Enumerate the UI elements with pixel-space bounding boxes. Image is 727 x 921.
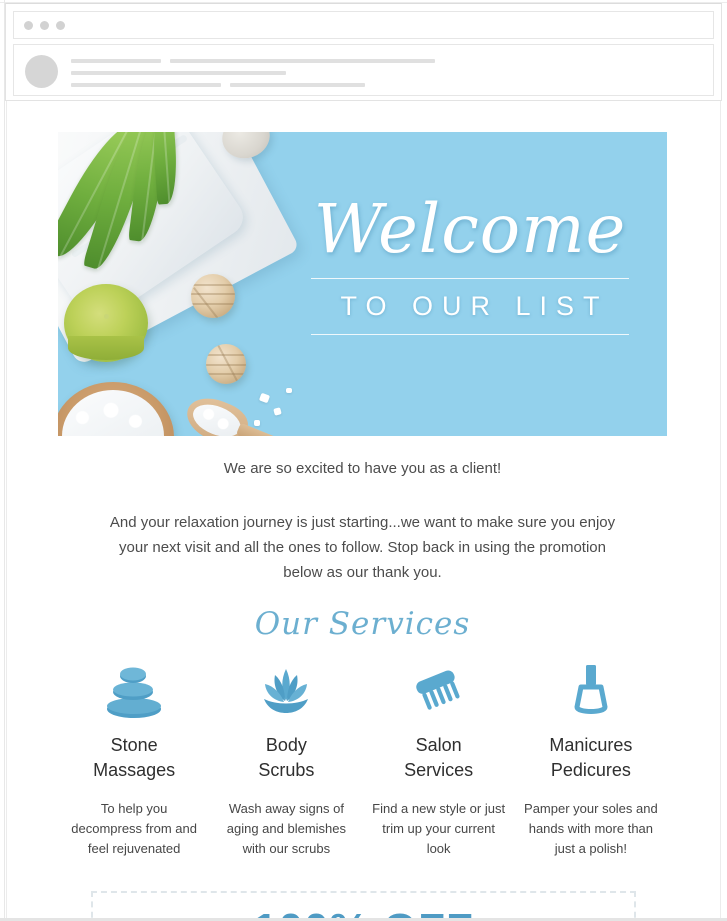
skeleton-bar: [170, 58, 435, 63]
service-title: Body Scrubs: [218, 733, 354, 783]
service-title: Manicures Pedicures: [523, 733, 659, 783]
skeleton-bar: [230, 82, 365, 87]
skeleton-row: [71, 56, 671, 65]
service-description: Wash away signs of aging and blemishes w…: [226, 801, 346, 856]
service-title-line1: Manicures: [549, 735, 633, 755]
hero-divider-bottom: [311, 334, 629, 336]
window-titlebar: [13, 11, 714, 39]
skeleton-bar: [71, 58, 161, 63]
skeleton-row: [71, 80, 671, 89]
skeleton-bar: [71, 82, 221, 87]
intro-lead-text: We are so excited to have you as a clien…: [223, 460, 502, 477]
hero-text-block: Welcome TO OUR LIST: [290, 190, 650, 336]
service-description: Find a new style or just trim up your cu…: [372, 801, 506, 856]
window-control-dot-minimize[interactable]: [40, 21, 49, 30]
email-client-chrome: [5, 3, 722, 101]
comb-icon: [371, 661, 507, 719]
candle-icon: [64, 284, 148, 362]
salt-crystal: [258, 392, 271, 404]
service-title-line2: Services: [404, 760, 474, 780]
stacked-stones-icon: [66, 661, 202, 719]
service-item-manicures-pedicures[interactable]: Manicures Pedicures Pamper your soles an…: [515, 661, 667, 859]
avatar: [25, 55, 58, 88]
services-heading: Our Services: [254, 606, 471, 642]
service-item-stone-massages[interactable]: Stone Massages To help you decompress fr…: [58, 661, 210, 859]
hero-subhead: TO OUR LIST: [340, 291, 609, 322]
service-item-body-scrubs[interactable]: Body Scrubs Wash away signs of aging and…: [210, 661, 362, 859]
salt-crystal: [254, 420, 260, 426]
service-description: Pamper your soles and hands with more th…: [524, 801, 658, 856]
service-title-line1: Stone: [110, 735, 158, 755]
service-title: Stone Massages: [66, 733, 202, 783]
email-body: Welcome TO OUR LIST We are so excited to…: [6, 101, 721, 919]
service-title: Salon Services: [371, 733, 507, 783]
services-grid: Stone Massages To help you decompress fr…: [58, 661, 667, 859]
nail-polish-icon: [523, 661, 659, 719]
salt-scoop-icon: [180, 390, 300, 436]
message-header-bar: [13, 44, 714, 96]
email-preview-page: Welcome TO OUR LIST We are so excited to…: [0, 0, 727, 921]
window-control-dot-close[interactable]: [24, 21, 33, 30]
service-title-line1: Body: [265, 735, 307, 755]
skeleton-row: [71, 68, 671, 77]
salt-bowl-icon: [58, 382, 174, 436]
skeleton-bar: [71, 70, 286, 75]
hero-banner: Welcome TO OUR LIST: [58, 132, 667, 436]
lotus-flower-icon: [218, 661, 354, 719]
rattan-ball-icon: [206, 344, 246, 384]
rattan-ball-icon: [191, 274, 235, 318]
window-controls[interactable]: [24, 21, 65, 30]
window-control-dot-maximize[interactable]: [56, 21, 65, 30]
intro-section: We are so excited to have you as a clien…: [58, 446, 667, 585]
salt-crystal: [273, 407, 282, 416]
service-title-line1: Salon: [415, 735, 462, 755]
salt-crystal: [286, 388, 292, 393]
promo-coupon-box[interactable]: 100% OFF: [91, 891, 636, 919]
coupon-headline: 100% OFF: [93, 905, 634, 919]
message-header-placeholder: [71, 56, 671, 92]
service-description: To help you decompress from and feel rej…: [71, 801, 197, 856]
service-item-salon-services[interactable]: Salon Services Find a new style or just …: [363, 661, 515, 859]
page-left-edge: [4, 0, 5, 921]
service-title-line2: Pedicures: [550, 760, 631, 780]
service-title-line2: Scrubs: [258, 760, 315, 780]
hero-headline: Welcome: [313, 190, 627, 268]
intro-paragraph: And your relaxation journey is just star…: [109, 514, 616, 581]
service-title-line2: Massages: [93, 760, 176, 780]
